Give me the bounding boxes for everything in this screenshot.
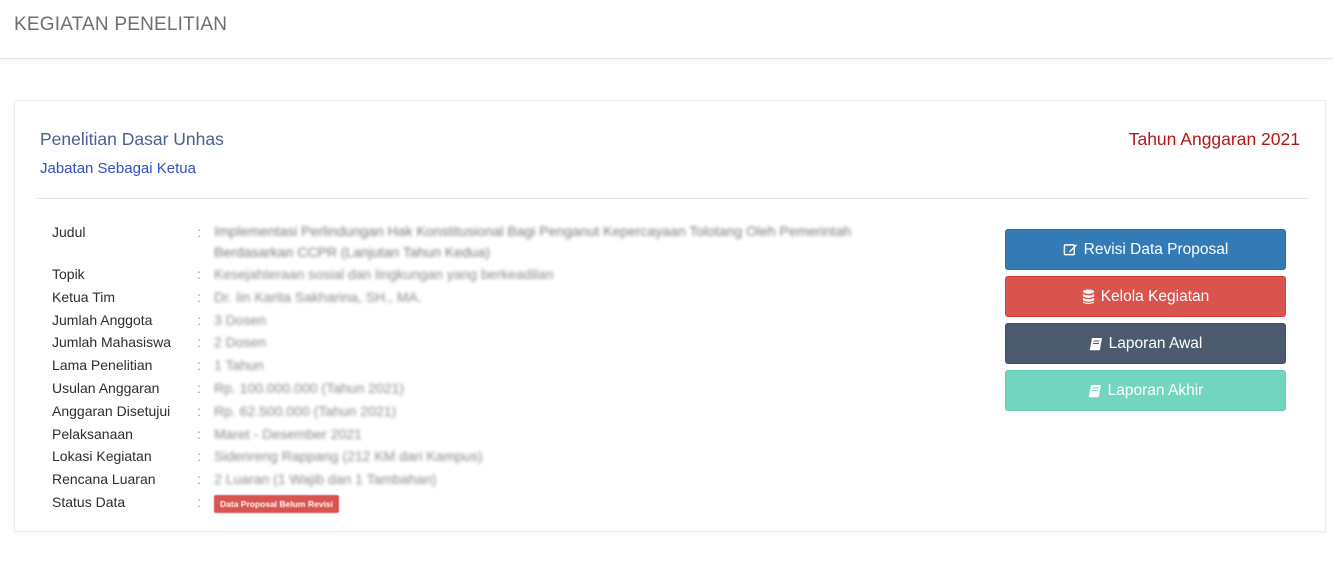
detail-row-rencana-luaran: Rencana Luaran : 2 Luaran (1 Wajib dan 1…: [52, 468, 932, 491]
detail-value: Sidenreng Rappang (212 KM dari Kampus): [214, 448, 483, 465]
edit-icon: [1063, 242, 1078, 257]
detail-row-pelaksanaan: Pelaksanaan : Maret - Desember 2021: [52, 423, 932, 446]
book-icon: [1089, 337, 1103, 351]
detail-separator: :: [197, 311, 201, 328]
detail-row-status-data: Status Data : Data Proposal Belum Revisi: [52, 491, 932, 514]
detail-separator: :: [197, 357, 201, 374]
detail-label: Status Data: [52, 493, 126, 510]
budget-year: Tahun Anggaran 2021: [1128, 129, 1300, 149]
kelola-kegiatan-label: Kelola Kegiatan: [1100, 287, 1210, 305]
laporan-awal-button[interactable]: Laporan Awal: [1005, 323, 1286, 364]
detail-row-lokasi-kegiatan: Lokasi Kegiatan : Sidenreng Rappang (212…: [52, 445, 932, 468]
book-icon: [1088, 384, 1102, 398]
status-badge: Data Proposal Belum Revisi: [214, 494, 339, 513]
detail-label: Lokasi Kegiatan: [52, 448, 152, 465]
detail-separator: :: [197, 224, 201, 240]
detail-label: Topik: [52, 266, 85, 282]
detail-value: 2 Dosen: [214, 334, 267, 351]
detail-row-judul: Judul : Implementasi Perlindungan Hak Ko…: [52, 221, 932, 263]
detail-value: Implementasi Perlindungan Hak Konstitusi…: [214, 223, 852, 260]
detail-row-anggaran-disetujui: Anggaran Disetujui : Rp. 62.500.000 (Tah…: [52, 400, 932, 423]
detail-row-usulan-anggaran: Usulan Anggaran : Rp. 100.000.000 (Tahun…: [52, 377, 932, 400]
detail-label: Rencana Luaran: [52, 471, 156, 488]
detail-label: Pelaksanaan: [52, 425, 133, 442]
detail-label: Jumlah Mahasiswa: [52, 334, 172, 351]
detail-label: Ketua Tim: [52, 288, 116, 305]
detail-row-ketua-tim: Ketua Tim : Dr. Iin Karita Sakharina, SH…: [52, 286, 932, 309]
detail-separator: :: [197, 402, 201, 419]
detail-value: 1 Tahun: [214, 357, 264, 374]
detail-separator: :: [197, 425, 201, 442]
panel-title: Penelitian Dasar Unhas: [40, 129, 224, 149]
panel-subtitle: Jabatan Sebagai Ketua: [40, 160, 196, 177]
detail-row-jumlah-mahasiswa: Jumlah Mahasiswa : 2 Dosen: [52, 331, 932, 354]
detail-label: Jumlah Anggota: [52, 311, 153, 328]
detail-value: Dr. Iin Karita Sakharina, SH., MA.: [214, 288, 422, 305]
revisi-data-proposal-button[interactable]: Revisi Data Proposal: [1005, 229, 1286, 270]
laporan-awal-label: Laporan Awal: [1108, 334, 1203, 352]
detail-row-jumlah-anggota: Jumlah Anggota : 3 Dosen: [52, 309, 932, 332]
detail-separator: :: [197, 379, 201, 396]
detail-value: Kesejahteraan sosial dan lingkungan yang…: [214, 266, 554, 282]
detail-value: Maret - Desember 2021: [214, 425, 362, 442]
detail-label: Judul: [52, 224, 86, 240]
detail-list: Judul : Implementasi Perlindungan Hak Ko…: [52, 221, 932, 514]
detail-value: 3 Dosen: [214, 311, 267, 328]
page-header: KEGIATAN PENELITIAN: [0, 0, 1333, 59]
detail-separator: :: [197, 448, 201, 465]
database-icon: [1082, 289, 1095, 304]
detail-value: Rp. 100.000.000 (Tahun 2021): [214, 379, 404, 396]
detail-value: Data Proposal Belum Revisi: [214, 491, 932, 514]
detail-separator: :: [197, 471, 201, 488]
page-title: KEGIATAN PENELITIAN: [14, 14, 228, 35]
detail-value: 2 Luaran (1 Wajib dan 1 Tambahan): [214, 471, 437, 488]
detail-value: Rp. 62.500.000 (Tahun 2021): [214, 402, 397, 419]
laporan-akhir-label: Laporan Akhir: [1107, 381, 1204, 399]
kelola-kegiatan-button[interactable]: Kelola Kegiatan: [1005, 276, 1286, 317]
detail-row-topik: Topik : Kesejahteraan sosial dan lingkun…: [52, 263, 932, 286]
detail-separator: :: [197, 266, 201, 282]
revisi-data-proposal-label: Revisi Data Proposal: [1083, 240, 1229, 258]
detail-separator: :: [197, 334, 201, 351]
research-panel: Penelitian Dasar Unhas Jabatan Sebagai K…: [14, 100, 1326, 532]
divider: [37, 198, 1309, 199]
laporan-akhir-button[interactable]: Laporan Akhir: [1005, 370, 1286, 411]
detail-label: Usulan Anggaran: [52, 379, 160, 396]
action-buttons: Revisi Data Proposal Kelola Kegiatan Lap…: [1005, 229, 1286, 417]
detail-label: Anggaran Disetujui: [52, 402, 171, 419]
detail-row-lama-penelitian: Lama Penelitian : 1 Tahun: [52, 354, 932, 377]
detail-label: Lama Penelitian: [52, 357, 153, 374]
detail-separator: :: [197, 288, 201, 305]
detail-separator: :: [197, 493, 201, 510]
